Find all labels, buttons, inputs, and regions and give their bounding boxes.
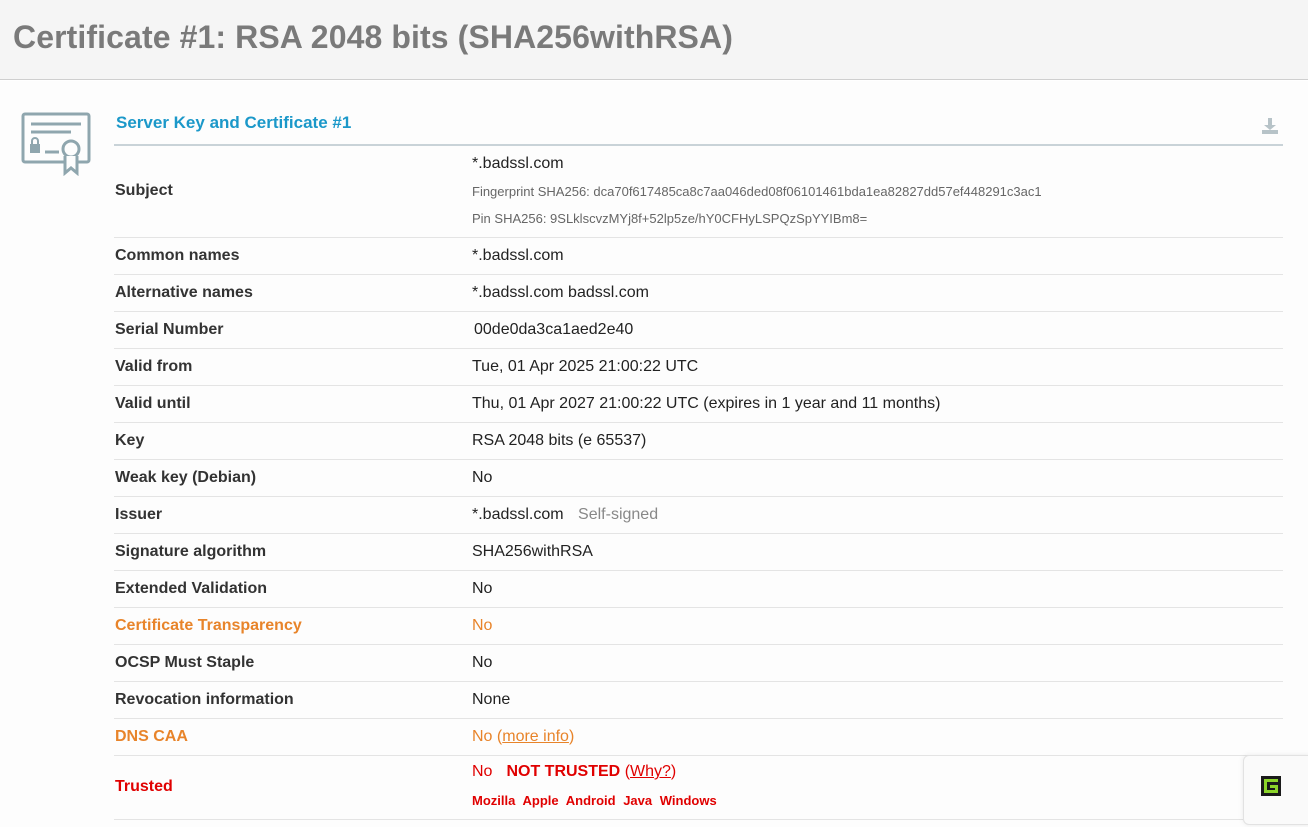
app-widget-icon <box>1261 776 1281 796</box>
extended-validation-label: Extended Validation <box>115 580 268 597</box>
weak-key-label: Weak key (Debian) <box>115 469 257 486</box>
trust-stores: Mozilla Apple Android Java Windows <box>472 793 721 808</box>
trust-store-mozilla[interactable]: Mozilla <box>472 793 515 808</box>
alternative-names-label: Alternative names <box>115 284 253 301</box>
serial-number-value: 00de0da3ca1aed2e40 <box>474 321 634 338</box>
common-names-value: *.badssl.com <box>472 247 564 264</box>
signature-algorithm-value: SHA256withRSA <box>472 543 593 560</box>
pin-sha256: Pin SHA256: 9SLklscvzMYj8f+52lp5ze/hY0CF… <box>472 211 868 226</box>
certificate-icon <box>21 112 91 176</box>
certificate-transparency-row: Certificate Transparency No <box>114 608 1283 645</box>
dns-caa-value-group: No (more info) <box>472 728 574 746</box>
ocsp-must-staple-value: No <box>472 654 493 671</box>
weak-key-row: Weak key (Debian) No <box>114 460 1283 497</box>
subject-value: *.badssl.com <box>472 155 564 172</box>
section-title: Server Key and Certificate #1 <box>116 113 352 132</box>
extended-validation-value: No <box>472 580 493 597</box>
dns-caa-value: No <box>472 728 493 745</box>
valid-until-value: Thu, 01 Apr 2027 21:00:22 UTC (expires i… <box>472 395 941 412</box>
alternative-names-row: Alternative names *.badssl.com badssl.co… <box>114 275 1283 312</box>
valid-from-row: Valid from Tue, 01 Apr 2025 21:00:22 UTC <box>114 349 1283 386</box>
trusted-value: No <box>472 763 493 780</box>
more-info-link[interactable]: more info <box>502 728 569 745</box>
signature-algorithm-row: Signature algorithm SHA256withRSA <box>114 534 1283 571</box>
certificate-content: Server Key and Certificate #1 Subject *.… <box>0 81 1308 827</box>
download-icon[interactable] <box>1261 117 1279 135</box>
trust-store-java[interactable]: Java <box>623 793 652 808</box>
certificate-transparency-label: Certificate Transparency <box>115 617 302 634</box>
page-header: Certificate #1: RSA 2048 bits (SHA256wit… <box>0 0 1308 80</box>
issuer-value: *.badssl.com <box>472 506 564 523</box>
trust-store-android[interactable]: Android <box>566 793 616 808</box>
serial-number-label: Serial Number <box>115 321 224 338</box>
valid-until-label: Valid until <box>115 395 191 412</box>
valid-from-value: Tue, 01 Apr 2025 21:00:22 UTC <box>472 358 699 375</box>
issuer-row: Issuer *.badssl.com Self-signed <box>114 497 1283 534</box>
dns-caa-paren-close: ) <box>568 728 575 745</box>
dns-caa-label: DNS CAA <box>115 728 188 745</box>
certificate-transparency-value: No <box>472 617 493 634</box>
page-title: Certificate #1: RSA 2048 bits (SHA256wit… <box>13 19 733 55</box>
serial-number-row: Serial Number 00de0da3ca1aed2e40 <box>114 312 1283 349</box>
valid-from-label: Valid from <box>115 358 193 375</box>
trusted-row: Trusted No NOT TRUSTED (Why?) Mozilla App… <box>114 756 1283 820</box>
subject-label: Subject <box>115 182 173 199</box>
revocation-information-row: Revocation information None <box>114 682 1283 719</box>
key-row: Key RSA 2048 bits (e 65537) <box>114 423 1283 460</box>
section-header: Server Key and Certificate #1 <box>114 101 1283 146</box>
signature-algorithm-label: Signature algorithm <box>115 543 267 560</box>
extended-validation-row: Extended Validation No <box>114 571 1283 608</box>
not-trusted-status: NOT TRUSTED <box>506 763 621 780</box>
key-value: RSA 2048 bits (e 65537) <box>472 432 647 449</box>
issuer-value-group: *.badssl.com Self-signed <box>472 506 658 524</box>
weak-key-value: No <box>472 469 493 486</box>
common-names-row: Common names *.badssl.com <box>114 238 1283 275</box>
issuer-self-signed-note: Self-signed <box>578 506 659 523</box>
trust-store-windows[interactable]: Windows <box>660 793 717 808</box>
fingerprint-sha256: Fingerprint SHA256: dca70f617485ca8c7aa0… <box>472 184 1042 199</box>
subject-row: Subject *.badssl.com Fingerprint SHA256:… <box>114 146 1283 238</box>
dns-caa-row: DNS CAA No (more info) <box>114 719 1283 756</box>
ocsp-must-staple-row: OCSP Must Staple No <box>114 645 1283 682</box>
server-key-section: Server Key and Certificate #1 Subject *.… <box>114 101 1283 820</box>
key-label: Key <box>115 432 145 449</box>
common-names-label: Common names <box>115 247 240 264</box>
trusted-label: Trusted <box>115 778 173 795</box>
ocsp-must-staple-label: OCSP Must Staple <box>115 654 255 671</box>
revocation-information-value: None <box>472 691 511 708</box>
trust-store-apple[interactable]: Apple <box>522 793 558 808</box>
trusted-value-group: No NOT TRUSTED (Why?) <box>472 763 676 781</box>
floating-widget[interactable] <box>1243 755 1308 825</box>
why-paren-close: ) <box>670 763 677 780</box>
revocation-information-label: Revocation information <box>115 691 294 708</box>
issuer-label: Issuer <box>115 506 163 523</box>
valid-until-row: Valid until Thu, 01 Apr 2027 21:00:22 UT… <box>114 386 1283 423</box>
why-link[interactable]: Why? <box>630 763 671 780</box>
alternative-names-value: *.badssl.com badssl.com <box>472 284 649 301</box>
